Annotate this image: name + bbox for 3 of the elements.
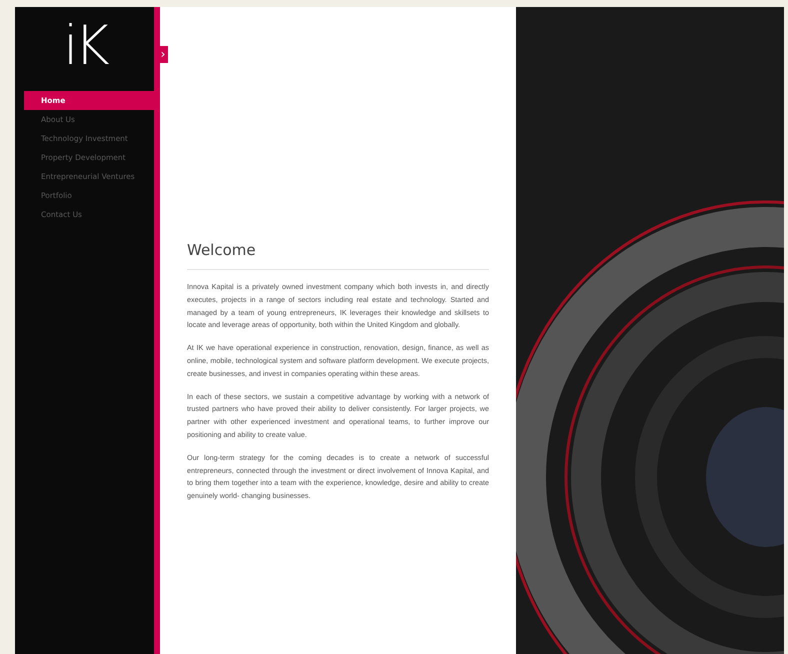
- page-heading: Welcome: [187, 241, 489, 270]
- expand-button[interactable]: ›: [158, 46, 168, 63]
- logo[interactable]: iK: [15, 7, 154, 87]
